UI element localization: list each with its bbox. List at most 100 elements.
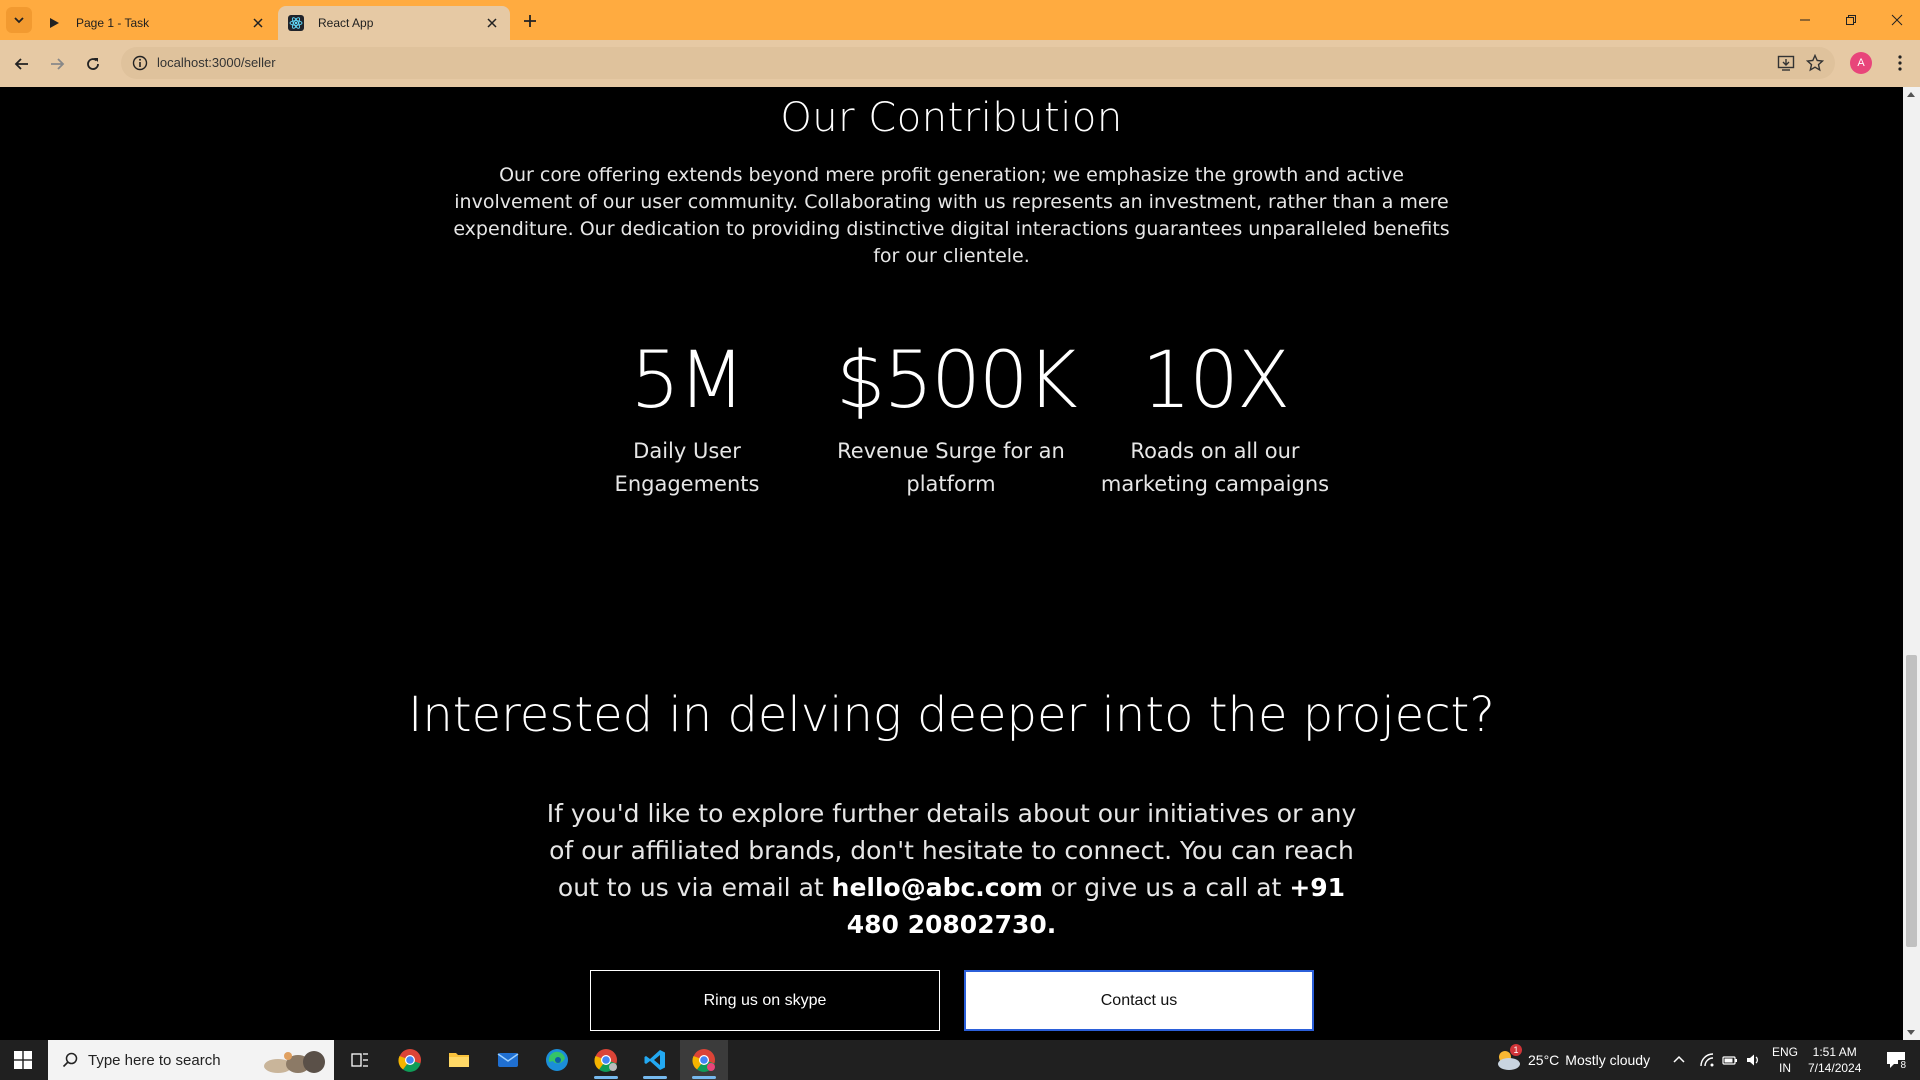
contact-us-button[interactable]: Contact us [964,970,1314,1031]
clock-date: 7/14/2024 [1808,1061,1862,1075]
start-button[interactable] [0,1040,46,1080]
stat-daily-users: 5M Daily User Engagements [572,342,802,501]
tab-title: Page 1 - Task [76,16,150,30]
windows-logo-icon [14,1051,32,1069]
taskbar-edge[interactable] [533,1040,581,1080]
cta-text-middle: or give us a call at [1042,873,1290,902]
notification-icon: 8 [1886,1051,1908,1071]
weather-widget[interactable]: 1 25°C Mostly cloudy [1494,1040,1650,1080]
tab-search-button[interactable] [6,7,32,33]
edge-icon [546,1049,568,1071]
reload-button[interactable] [79,50,107,78]
stat-label-line: platform [906,472,996,496]
browser-menu-button[interactable] [1888,51,1912,75]
stat-value: 10X [1141,336,1291,426]
taskbar-chrome[interactable] [386,1040,434,1080]
notification-center-button[interactable]: 8 [1880,1040,1912,1080]
tab-react-app[interactable]: React App [278,6,510,40]
chrome-icon [594,1049,617,1072]
mail-icon [497,1053,519,1067]
stat-value: 5M [630,336,746,426]
restore-icon [1846,15,1856,25]
page-viewport: Our Contribution Our core offering exten… [0,87,1903,1040]
region-code: IN [1779,1061,1791,1075]
chrome-icon [398,1049,421,1072]
address-bar[interactable]: localhost:3000/seller [121,47,1835,79]
close-tab-icon[interactable] [250,15,266,31]
bookmark-star-icon[interactable] [1805,53,1825,73]
stat-label-line: Daily User [633,439,741,463]
minimize-button[interactable] [1782,0,1828,40]
taskbar-search[interactable]: Type here to search [48,1040,334,1080]
search-highlight-illustration-icon [264,1051,325,1073]
search-icon [60,1050,80,1070]
taskbar-chrome-active[interactable] [680,1040,728,1080]
reload-icon [87,58,99,70]
cta-heading: Interested in delving deeper into the pr… [408,687,1495,743]
browser-titlebar: Page 1 - Task React App [0,0,1920,40]
task-view-button[interactable] [336,1040,384,1080]
plus-icon [524,15,536,27]
close-window-button[interactable] [1874,0,1920,40]
site-info-icon[interactable] [131,54,149,72]
stat-value: $500K [836,336,1078,426]
language-indicator[interactable]: ENG IN [1772,1040,1800,1080]
react-logo-icon [288,15,304,31]
url-text: localhost:3000/seller [157,55,276,70]
clock-time: 1:51 AM [1812,1045,1857,1059]
forward-button[interactable] [43,50,71,78]
volume-icon[interactable] [1745,1040,1761,1080]
contact-email: hello@abc.com [831,873,1043,902]
contribution-text: Our core offering extends beyond mere pr… [453,164,1450,267]
weather-badge: 1 [1510,1044,1522,1056]
taskbar-chrome-profile[interactable] [582,1040,630,1080]
scrollbar-thumb[interactable] [1906,655,1917,947]
vscode-icon [644,1050,665,1070]
profile-avatar[interactable]: A [1850,52,1872,74]
tab-page-1-task[interactable]: Page 1 - Task [36,6,276,40]
weather-description: Mostly cloudy [1565,1052,1651,1068]
windows-taskbar: Type here to search 1 25°C Mostly cloudy… [0,1040,1920,1080]
tab-title: React App [318,16,374,30]
search-placeholder: Type here to search [88,1051,221,1069]
clock[interactable]: 1:51 AM 7/14/2024 [1808,1040,1876,1080]
taskbar-vscode[interactable] [631,1040,679,1080]
restore-button[interactable] [1828,0,1874,40]
folder-icon [449,1053,469,1067]
window-controls [1782,0,1920,40]
contribution-heading: Our Contribution [780,95,1123,141]
taskbar-mail[interactable] [484,1040,532,1080]
stat-revenue-surge: $500K Revenue Surge for an platform [836,336,1078,501]
weather-temperature: 25°C [1528,1052,1560,1068]
back-button[interactable] [8,50,36,78]
stat-label: Roads on all our marketing campaigns [1100,435,1330,501]
taskbar-file-explorer[interactable] [435,1040,483,1080]
stat-label: Daily User Engagements [572,435,802,501]
new-tab-button[interactable] [518,9,542,33]
play-icon [46,15,62,31]
stat-label-line: Roads on all our [1130,439,1300,463]
notification-count: 8 [1898,1060,1908,1071]
close-tab-icon[interactable] [484,15,500,31]
stat-label: Revenue Surge for an platform [836,435,1066,501]
task-view-icon [351,1053,368,1067]
chevron-up-icon [1673,1055,1685,1063]
battery-icon[interactable] [1722,1040,1738,1080]
network-icon[interactable] [1699,1040,1715,1080]
more-vertical-icon [1898,55,1902,71]
scroll-down-arrow-icon[interactable] [1907,1030,1915,1035]
stat-label-line: marketing campaigns [1100,472,1330,496]
close-icon [1891,14,1903,26]
scroll-up-arrow-icon[interactable] [1907,92,1915,97]
page-scrollbar[interactable] [1903,87,1920,1040]
cta-text: If you'd like to explore further details… [540,795,1363,943]
chevron-down-icon [14,17,24,24]
stat-label-line: Engagements [614,472,760,496]
ring-on-skype-button[interactable]: Ring us on skype [590,970,940,1031]
show-hidden-icons-button[interactable] [1672,1040,1686,1080]
install-app-icon[interactable] [1777,54,1795,72]
arrow-right-icon [51,58,65,70]
chrome-icon [692,1049,715,1072]
stat-label-line: Revenue Surge for an [837,439,1065,463]
minimize-icon [1800,19,1810,21]
